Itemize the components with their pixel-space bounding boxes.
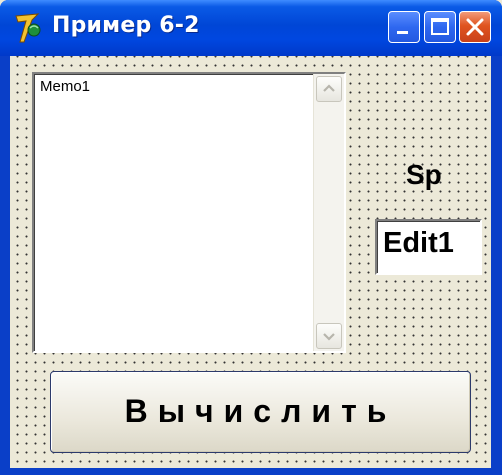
edit-field[interactable]: Edit1	[375, 219, 482, 275]
vertical-scrollbar[interactable]	[313, 74, 344, 351]
minimize-button[interactable]	[388, 11, 420, 43]
chevron-down-icon	[323, 333, 335, 341]
maximize-button[interactable]	[424, 11, 456, 43]
scroll-up-button[interactable]	[316, 76, 342, 102]
sp-label: Sp	[406, 159, 442, 190]
calculate-button[interactable]: Вычислить	[50, 371, 471, 453]
title-bar[interactable]: Пример 6-2	[0, 0, 502, 56]
window-title: Пример 6-2	[52, 13, 200, 38]
minimize-icon	[397, 31, 408, 34]
delphi-helmet-icon	[15, 13, 41, 43]
scroll-down-button[interactable]	[316, 323, 342, 349]
form-client-area: Memo1 Sp Edit1 Вычислить	[10, 56, 491, 468]
app-window: Пример 6-2 Memo1 Sp Edit1 Вычислить	[0, 0, 502, 475]
memo-box[interactable]: Memo1	[32, 72, 346, 353]
chevron-up-icon	[323, 84, 335, 92]
memo-text[interactable]: Memo1	[40, 78, 90, 95]
close-icon	[466, 18, 484, 36]
close-button[interactable]	[459, 11, 491, 43]
maximize-icon	[431, 18, 449, 35]
